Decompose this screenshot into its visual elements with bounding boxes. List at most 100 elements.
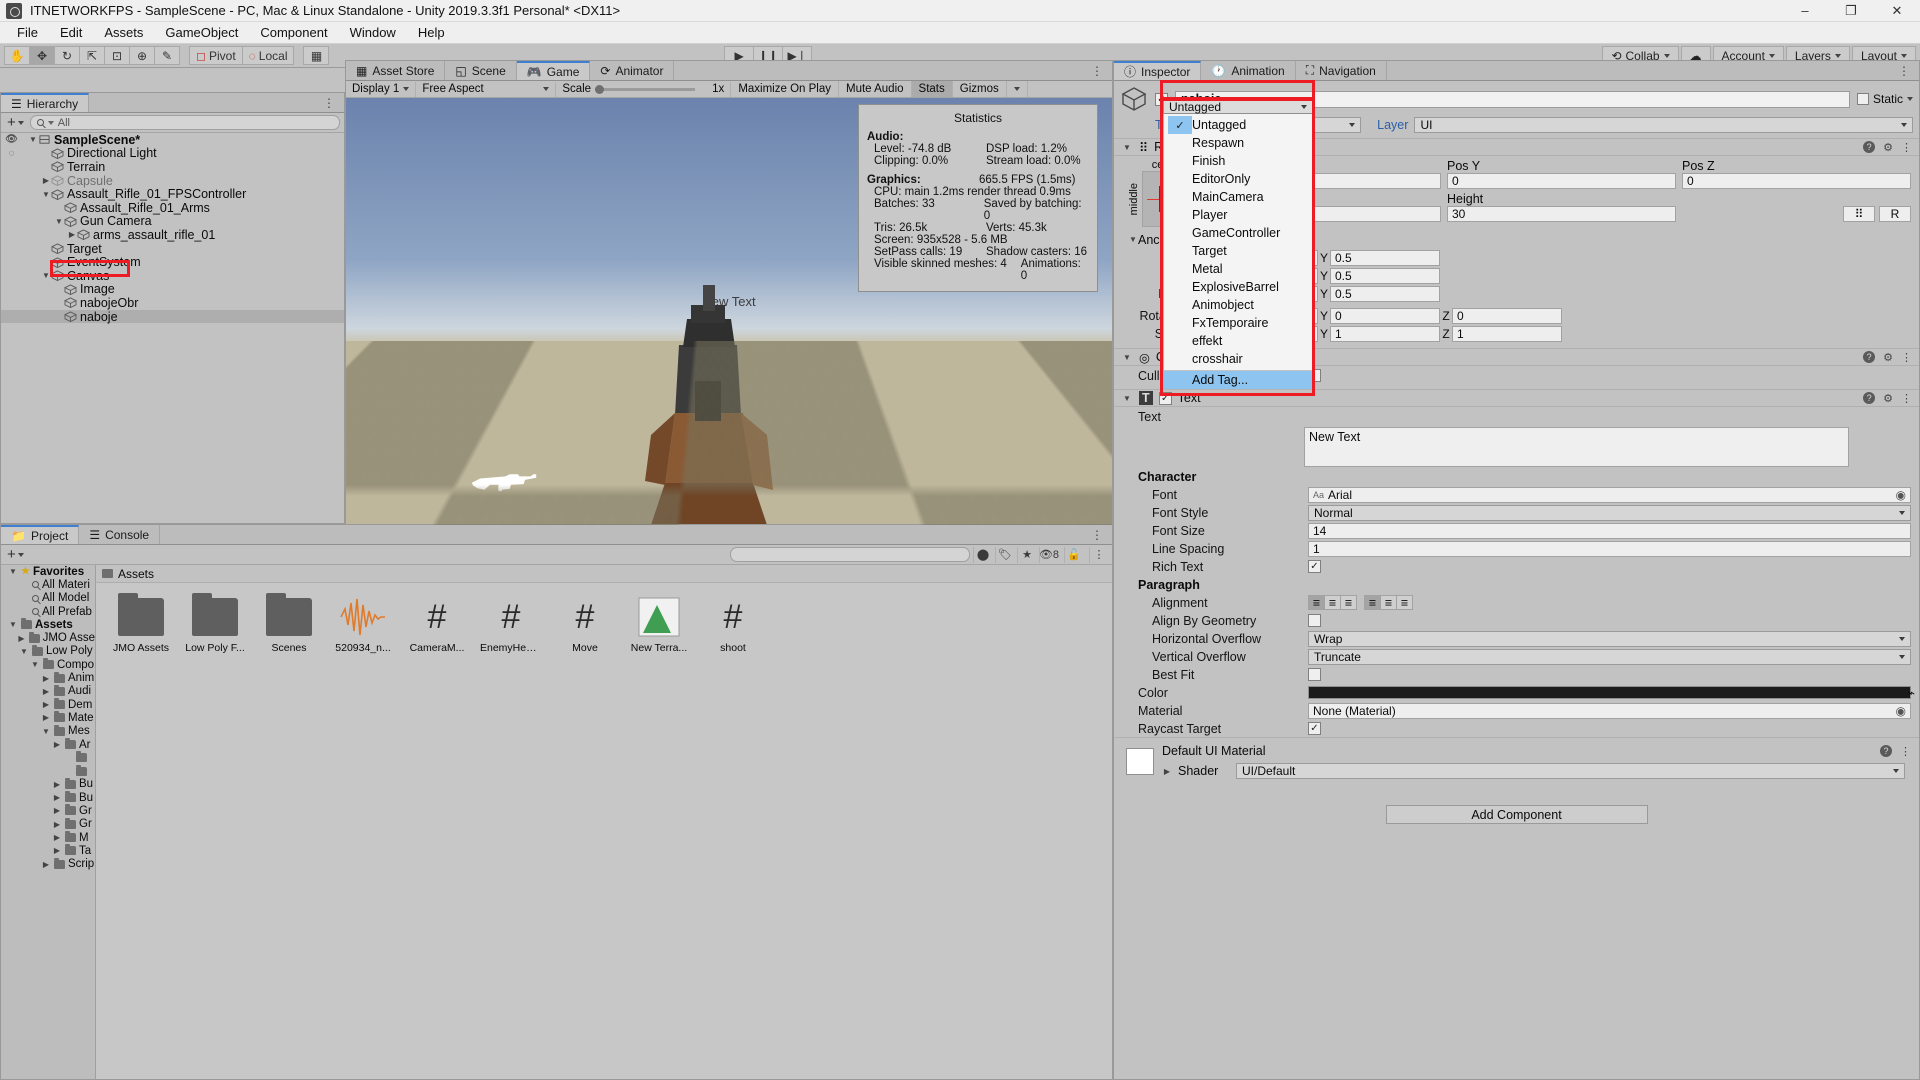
hierarchy-item-assault-rifle-01-fpscontroller[interactable]: Assault_Rifle_01_FPSController xyxy=(1,187,344,201)
tab-game[interactable]: 🎮Game xyxy=(517,61,591,80)
project-tree-item-blank[interactable] xyxy=(1,764,95,777)
expand-triangle-icon[interactable] xyxy=(41,700,51,709)
lock-icon[interactable]: 🔓 xyxy=(1064,547,1083,563)
create-asset-button[interactable]: + xyxy=(5,546,26,563)
maximize-button[interactable]: ❐ xyxy=(1828,0,1874,22)
expand-triangle-icon[interactable] xyxy=(52,833,62,842)
mute-audio-button[interactable]: Mute Audio xyxy=(839,81,912,97)
tag-option-effekt[interactable]: effekt xyxy=(1164,332,1312,350)
project-tree-item-low-poly[interactable]: Low Poly xyxy=(1,645,95,658)
best-fit-checkbox[interactable] xyxy=(1308,668,1321,681)
display-selector[interactable]: Display 1 xyxy=(346,82,416,97)
project-tree-item-bu[interactable]: Bu xyxy=(1,791,95,804)
preset-icon[interactable]: ⚙ xyxy=(1883,351,1893,364)
grid-snap-icon[interactable]: ▦ xyxy=(303,46,329,65)
expand-triangle-icon[interactable] xyxy=(52,806,62,815)
create-object-button[interactable]: + xyxy=(5,114,26,131)
menu-help[interactable]: Help xyxy=(407,22,456,44)
project-tree-item-ta[interactable]: Ta xyxy=(1,844,95,857)
tab-project[interactable]: 📁Project xyxy=(1,525,79,544)
height-field[interactable]: 30 xyxy=(1447,206,1676,222)
expand-triangle-icon[interactable] xyxy=(41,687,51,696)
asset-item[interactable]: JMO Assets xyxy=(110,595,172,654)
hierarchy-item-canvas[interactable]: Canvas xyxy=(1,269,344,283)
hierarchy-item-eventsystem[interactable]: EventSystem xyxy=(1,255,344,269)
project-tree-item-mes[interactable]: Mes xyxy=(1,725,95,738)
hierarchy-item-image[interactable]: Image xyxy=(1,283,344,297)
expand-triangle-icon[interactable] xyxy=(41,860,51,869)
game-render-canvas[interactable]: New Text Statistics Audio: xyxy=(346,98,1112,525)
minimize-button[interactable]: – xyxy=(1782,0,1828,22)
scale-y-field[interactable]: 1 xyxy=(1330,326,1440,342)
add-tag-option[interactable]: Add Tag... xyxy=(1164,370,1312,389)
hierarchy-item-target[interactable]: Target xyxy=(1,242,344,256)
menu-component[interactable]: Component xyxy=(249,22,338,44)
pos-z-field[interactable]: 0 xyxy=(1682,173,1911,189)
asset-item[interactable]: 520934_n... xyxy=(332,595,394,654)
project-tree-item-gr[interactable]: Gr xyxy=(1,818,95,831)
project-tree-item-all-materi[interactable]: All Materi xyxy=(1,578,95,591)
project-tree-item-ar[interactable]: Ar xyxy=(1,738,95,751)
help-icon[interactable]: ? xyxy=(1880,745,1892,757)
font-style-dropdown[interactable]: Normal xyxy=(1308,505,1911,521)
tag-option-maincamera[interactable]: MainCamera xyxy=(1164,188,1312,206)
project-tree-item-all-prefab[interactable]: All Prefab xyxy=(1,605,95,618)
component-menu-icon[interactable]: ⋮ xyxy=(1901,351,1912,364)
pos-y-field[interactable]: 0 xyxy=(1447,173,1676,189)
anchors-triangle-icon[interactable] xyxy=(1128,235,1138,244)
expand-triangle-icon[interactable] xyxy=(8,620,18,629)
rot-y-field[interactable]: 0 xyxy=(1330,308,1440,324)
filter-favorite-icon[interactable]: ★ xyxy=(1017,547,1036,563)
expand-triangle-icon[interactable] xyxy=(41,190,51,199)
hierarchy-item-terrain[interactable]: Terrain xyxy=(1,160,344,174)
expand-triangle-icon[interactable] xyxy=(54,217,64,226)
align-left-icon[interactable]: ≡ xyxy=(1308,595,1325,610)
filter-type-icon[interactable]: ⬤ xyxy=(973,547,992,563)
panel-menu-icon[interactable]: ⋮ xyxy=(1890,61,1919,80)
project-search-input[interactable] xyxy=(730,547,970,562)
project-tree-item-anim[interactable]: Anim xyxy=(1,671,95,684)
align-center-icon[interactable]: ≡ xyxy=(1324,595,1341,610)
expand-triangle-icon[interactable] xyxy=(41,727,51,736)
tag-option-editoronly[interactable]: EditorOnly xyxy=(1164,170,1312,188)
tag-option-animobject[interactable]: Animobject xyxy=(1164,296,1312,314)
hierarchy-item-capsule[interactable]: Capsule xyxy=(1,174,344,188)
custom-tool-icon[interactable]: ✎ xyxy=(154,46,180,65)
expand-triangle-icon[interactable] xyxy=(8,567,18,576)
asset-item[interactable]: Scenes xyxy=(258,595,320,654)
menu-file[interactable]: File xyxy=(6,22,49,44)
tag-dropdown-selected[interactable]: Untagged xyxy=(1163,99,1313,114)
add-component-button[interactable]: Add Component xyxy=(1386,805,1648,824)
tab-inspector[interactable]: ⓘInspector xyxy=(1114,61,1201,80)
asset-item[interactable]: New Terra... xyxy=(628,595,690,654)
static-toggle[interactable]: Static xyxy=(1857,92,1913,106)
project-tree-item-assets[interactable]: Assets xyxy=(1,618,95,631)
rot-z-field[interactable]: 0 xyxy=(1452,308,1562,324)
hierarchy-item-assault-rifle-01-arms[interactable]: Assault_Rifle_01_Arms xyxy=(1,201,344,215)
collapse-triangle-icon[interactable] xyxy=(1121,394,1133,403)
expand-triangle-icon[interactable] xyxy=(30,660,40,669)
tag-option-respawn[interactable]: Respawn xyxy=(1164,134,1312,152)
raycast-target-checkbox[interactable]: ✓ xyxy=(1308,722,1321,735)
align-right-icon[interactable]: ≡ xyxy=(1340,595,1357,610)
align-bottom-icon[interactable]: ≡ xyxy=(1396,595,1413,610)
tab-animator[interactable]: ⟳Animator xyxy=(590,61,674,80)
tag-option-explosivebarrel[interactable]: ExplosiveBarrel xyxy=(1164,278,1312,296)
project-tree-item-gr[interactable]: Gr xyxy=(1,804,95,817)
hierarchy-menu-icon[interactable]: ⋮ xyxy=(315,93,344,112)
object-picker-icon[interactable]: ◉ xyxy=(1896,704,1906,718)
visibility-off-icon[interactable]: ◌ xyxy=(5,148,18,159)
hidden-count-badge[interactable]: 👁8 xyxy=(1039,547,1058,563)
collapse-triangle-icon[interactable] xyxy=(1121,353,1133,362)
material-field[interactable]: None (Material) ◉ xyxy=(1308,703,1911,719)
hierarchy-item-directional-light[interactable]: ◌Directional Light xyxy=(1,147,344,161)
color-eyedropper-icon[interactable]: ⌁ xyxy=(1907,685,1915,700)
tab-console[interactable]: ☰Console xyxy=(79,525,160,544)
aspect-selector[interactable]: Free Aspect xyxy=(416,82,556,97)
tab-animation[interactable]: 🕐Animation xyxy=(1201,61,1295,80)
expand-triangle-icon[interactable] xyxy=(19,647,29,656)
text-enabled-checkbox[interactable]: ✓ xyxy=(1159,392,1172,405)
asset-item[interactable]: #EnemyHeal... xyxy=(480,595,542,654)
panel-menu-icon[interactable]: ⋮ xyxy=(1083,525,1112,544)
tab-asset-store[interactable]: ▦Asset Store xyxy=(346,61,445,80)
